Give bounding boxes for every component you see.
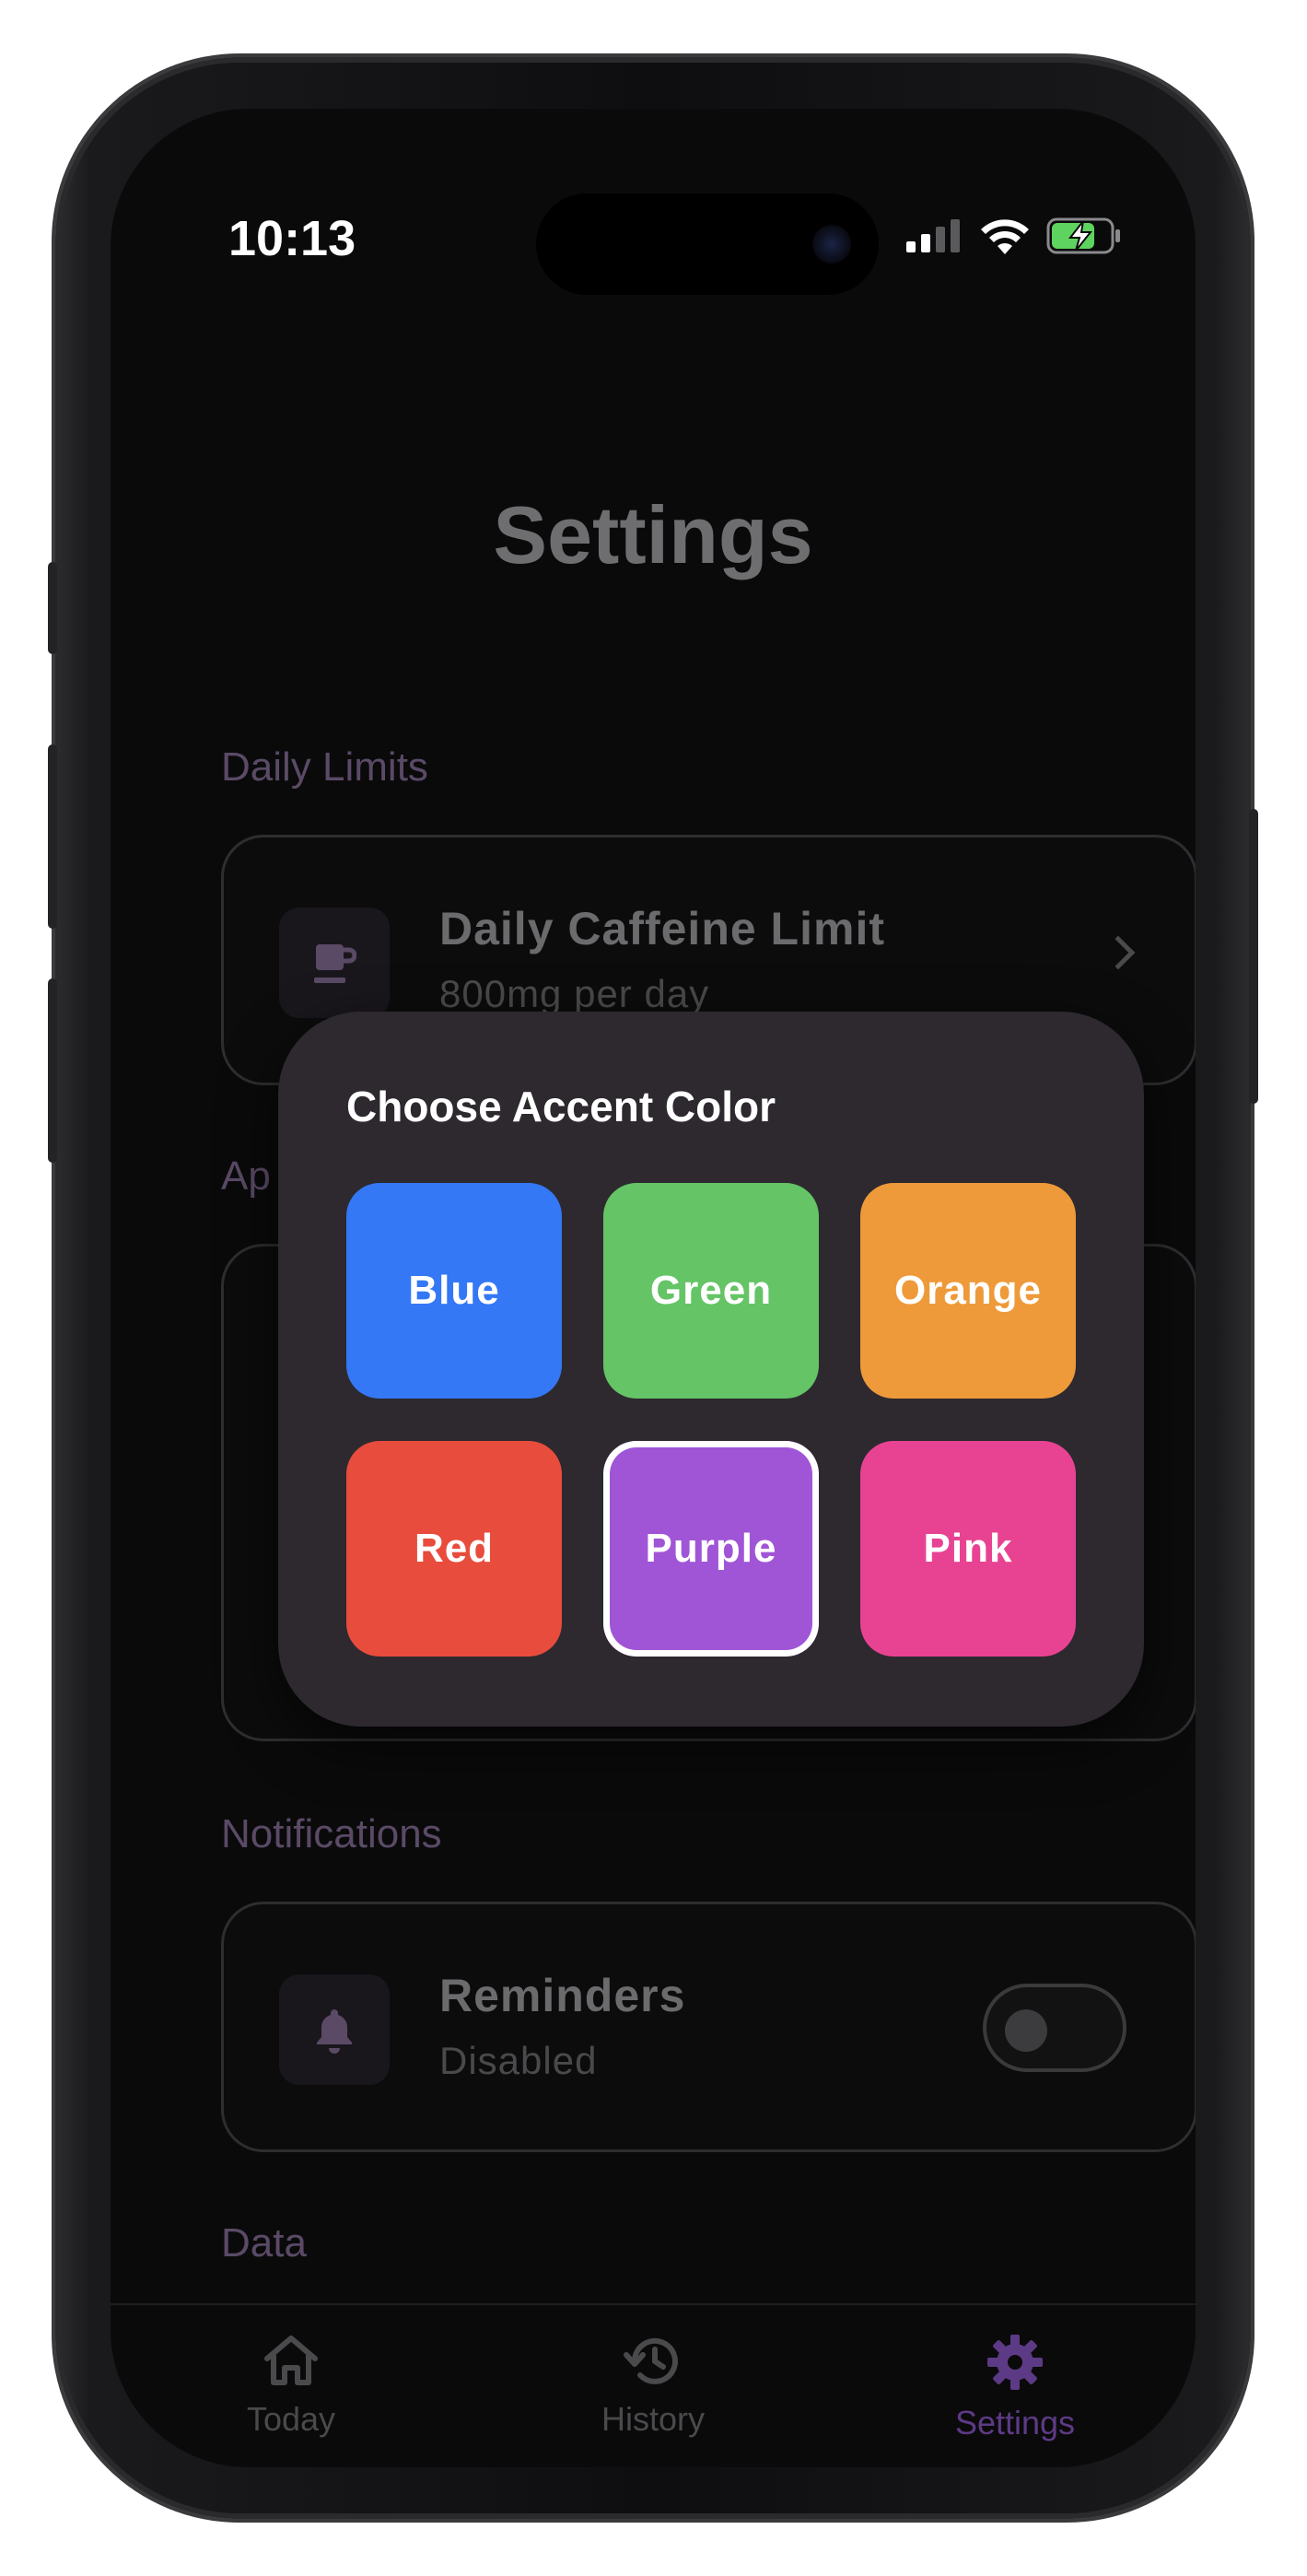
volume-down-button (48, 978, 57, 1163)
page-title: Settings (493, 489, 813, 580)
power-button (1249, 809, 1258, 1104)
chevron-right-icon (1101, 935, 1136, 970)
section-label-data: Data (221, 2220, 307, 2266)
section-label-appearance: Ap (221, 1153, 271, 1199)
camera-icon (812, 225, 851, 263)
accent-color-dialog-title: Choose Accent Color (346, 1083, 776, 1130)
home-icon (264, 2336, 318, 2385)
coffee-cup-icon (279, 907, 390, 1018)
tab-today[interactable]: Today (162, 2333, 420, 2439)
daily-caffeine-limit-title: Daily Caffeine Limit (439, 903, 885, 954)
tab-settings[interactable]: Settings (886, 2333, 1144, 2442)
tab-history[interactable]: History (524, 2333, 782, 2439)
action-button (48, 562, 57, 654)
accent-option-green[interactable]: Green (603, 1183, 819, 1399)
toggle-knob (1005, 2009, 1047, 2052)
battery-charging-icon (1046, 217, 1120, 254)
gear-icon (987, 2335, 1043, 2390)
volume-up-button (48, 744, 57, 929)
section-label-notifications: Notifications (221, 1811, 442, 1856)
status-time: 10:13 (228, 211, 356, 266)
accent-option-orange[interactable]: Orange (860, 1183, 1076, 1399)
accent-option-red[interactable]: Red (346, 1441, 562, 1657)
reminders-row[interactable]: Reminders Disabled (221, 1902, 1196, 2152)
wifi-icon (981, 219, 1029, 254)
tab-bar: Today History Settings (111, 2303, 1196, 2467)
reminders-title: Reminders (439, 1970, 686, 2021)
daily-caffeine-limit-value: 800mg per day (439, 972, 710, 1015)
section-label-daily-limits: Daily Limits (221, 744, 428, 790)
accent-option-purple[interactable]: Purple (603, 1441, 819, 1657)
reminders-toggle[interactable] (983, 1984, 1126, 2072)
accent-option-blue[interactable]: Blue (346, 1183, 562, 1399)
tab-today-label: Today (246, 2400, 336, 2438)
phone-frame: 10:13 Settings Daily Limits Daily Caffei… (48, 57, 1258, 2519)
accent-color-dialog: Choose Accent Color Blue Green Orange Re… (278, 1012, 1144, 1727)
status-icons (906, 217, 1122, 254)
tab-history-label: History (601, 2400, 705, 2438)
dynamic-island (536, 193, 879, 295)
reminders-status: Disabled (439, 2039, 598, 2082)
bell-icon (279, 1974, 390, 2085)
tab-settings-label: Settings (954, 2404, 1076, 2441)
cellular-signal-icon (906, 219, 960, 252)
screen: 10:13 Settings Daily Limits Daily Caffei… (111, 109, 1196, 2467)
history-icon (624, 2337, 678, 2384)
accent-option-pink[interactable]: Pink (860, 1441, 1076, 1657)
